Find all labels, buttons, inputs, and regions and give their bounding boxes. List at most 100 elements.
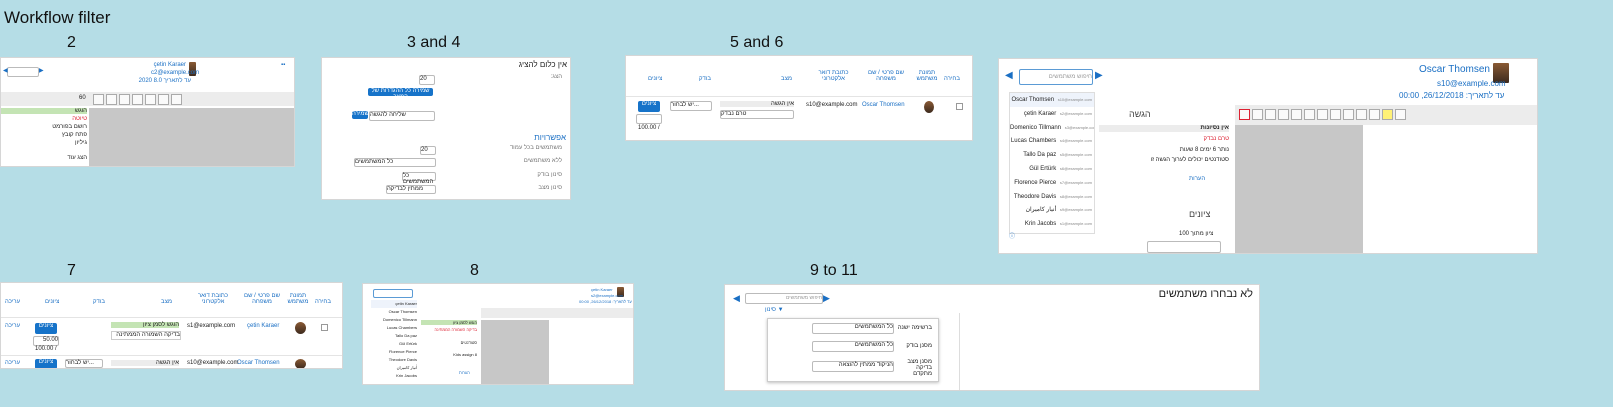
user-option-name: Gül Ertürk: [1029, 165, 1057, 172]
row-name[interactable]: Oscar Thomsen: [862, 102, 905, 108]
filter-icon: ▼: [777, 307, 784, 313]
filter-row-1-label: ברשימה ישנה: [897, 325, 932, 331]
due-date: עד לתאריך: 26/12/2018, 00:00: [579, 299, 632, 304]
options-section[interactable]: אפשרויות: [534, 133, 566, 142]
next-user-icon[interactable]: ▶: [1095, 70, 1103, 81]
next-user-icon[interactable]: ▶: [39, 67, 44, 74]
grade-button[interactable]: ציונים: [35, 359, 57, 368]
user-option[interactable]: Domenico Tillmann: [371, 316, 417, 324]
grade-button[interactable]: ציונים: [638, 101, 660, 112]
row-name[interactable]: çetin Karaer: [247, 323, 279, 329]
pdf-preview: [89, 108, 294, 166]
grade-input[interactable]: [636, 114, 662, 124]
user-option[interactable]: Lucas Chambers: [371, 324, 417, 332]
user-name[interactable]: çetin Karaer: [591, 287, 613, 292]
grade-input[interactable]: [1147, 241, 1221, 253]
user-name[interactable]: Oscar Thomsen: [1419, 64, 1490, 75]
edit-link[interactable]: עריכה: [5, 360, 20, 366]
filter-link[interactable]: ▼ סינון: [765, 307, 784, 313]
user-option[interactable]: çetin Karaer s2@example.com: [1010, 107, 1094, 121]
filter-row-1-select[interactable]: כל המשתמשים: [812, 323, 894, 334]
user-option[interactable]: أنيار كاميران s9@example.com: [1010, 203, 1094, 217]
user-name[interactable]: çetin Karaer: [141, 62, 186, 68]
panel-step-2: çetin Karaer c2@example.com עד לתאריך 8.…: [0, 57, 295, 167]
row-email: s10@example.com: [806, 102, 858, 108]
opt-select-4[interactable]: ממתין לבדיקה: [386, 185, 436, 194]
user-option-name: Tallo Da paz: [1023, 152, 1057, 159]
apply-button[interactable]: שמירה: [352, 111, 369, 119]
comments-link[interactable]: הערות: [1189, 176, 1205, 182]
user-option[interactable]: Florence Pierce: [371, 348, 417, 356]
user-option[interactable]: Tallo Da paz s5@example.com: [1010, 148, 1094, 162]
due-date: עד לתאריך: 26/12/2018, 00:00: [1399, 91, 1505, 100]
extra-1: סטודנטים: [460, 340, 477, 345]
user-search-select[interactable]: [7, 67, 39, 77]
user-option[interactable]: Oscar Thomsen: [371, 308, 417, 316]
apply-filter-select[interactable]: שליחה להגשה: [369, 111, 435, 121]
comments-link[interactable]: הערות: [459, 370, 470, 375]
prev-user-icon[interactable]: ◀: [733, 293, 740, 304]
user-option-email: s8@example.com: [1059, 193, 1092, 199]
prev-user-icon[interactable]: ◀: [1005, 70, 1013, 81]
panel-step-3-4: אין כלום להציג הצג: 20 שמירה כל ההגדרות …: [321, 57, 571, 200]
row-checkbox[interactable]: [956, 103, 963, 110]
user-option[interactable]: Tallo Da paz: [371, 332, 417, 340]
opt-select-2[interactable]: כל המשתמשים: [354, 158, 436, 167]
status-red: בדיקה השמורה הממתינה: [434, 327, 478, 332]
user-option-name: أنيار كاميران: [1025, 207, 1057, 214]
opt-select-1[interactable]: 20: [420, 146, 436, 155]
user-option-email: s3@example.com: [1064, 124, 1094, 130]
next-user-icon[interactable]: ▶: [823, 293, 830, 304]
edit-link[interactable]: עריכה: [5, 323, 20, 329]
user-option-email: s5@example.com: [1059, 152, 1092, 158]
grade-button[interactable]: ציונים: [35, 323, 57, 334]
user-email: c2@example.com: [151, 70, 200, 76]
header-select: בחירה: [315, 299, 331, 305]
row-checkbox[interactable]: [321, 324, 328, 331]
row-name[interactable]: Oscar Thomsen: [237, 360, 280, 366]
filter-label: סינון: [765, 307, 776, 313]
status-submitted: הוגש לסמן ציון: [421, 320, 477, 325]
user-option-email: s9@example.com: [1059, 207, 1092, 213]
header-picture: תמונת משתמש: [916, 70, 938, 82]
toolbar-buttons: [1239, 109, 1408, 120]
user-option-email: s4@example.com: [1059, 138, 1092, 144]
per-page-select[interactable]: 20: [419, 75, 435, 85]
user-option[interactable]: Theodore Davis: [371, 356, 417, 364]
user-option[interactable]: çetin Karaer: [371, 300, 417, 308]
step-label-7: 7: [67, 262, 76, 279]
user-option[interactable]: Gül Ertürk: [371, 340, 417, 348]
filter-row-2-select[interactable]: כל המשתמשים: [812, 341, 894, 352]
user-option[interactable]: Gül Ertürk s6@example.com: [1010, 162, 1094, 176]
line-1: רושם בפורמט: [52, 124, 87, 130]
prev-user-icon[interactable]: ◀: [3, 67, 8, 74]
user-search-input[interactable]: חיפוש משתמשים: [1019, 69, 1093, 85]
header-edit: עריכה: [5, 299, 21, 305]
user-option[interactable]: Theodore Davis s8@example.com: [1010, 190, 1094, 204]
row-status-select[interactable]: טרם נבדק: [720, 110, 794, 119]
filter-row-3-select[interactable]: הניקוד ממתין להוצאה: [812, 361, 894, 372]
step-label-2: 2: [67, 34, 76, 51]
view-link[interactable]: ▪▪: [281, 62, 285, 68]
user-option[interactable]: Krin Jacobs s1@example.com: [1010, 217, 1094, 231]
grade-input[interactable]: 50.00: [33, 336, 59, 346]
opt-select-3[interactable]: כל המשתמשים: [402, 172, 436, 185]
filter-label: הצג:: [550, 74, 562, 80]
opt-label-1: משתמשים בכל עמוד: [509, 145, 562, 151]
user-option[interactable]: Domenico Tillmann s3@example.com: [1010, 121, 1094, 135]
marker-select[interactable]: יש לבחור...: [65, 359, 103, 368]
help-icon[interactable]: ⓘ: [1009, 231, 1015, 240]
user-option[interactable]: Oscar Thomsen s10@example.com: [1010, 93, 1094, 107]
grades-heading: ציונים: [1189, 209, 1211, 219]
save-all-button[interactable]: שמירה כל ההגדרות של המצב: [368, 88, 433, 100]
user-search-input[interactable]: חיפוש משתמשים: [745, 293, 823, 304]
panel-step-7: בחירה תמונת משתמש שם פרטי / שם משפחה כתו…: [0, 282, 343, 369]
user-search-input[interactable]: [373, 289, 413, 298]
user-option[interactable]: Lucas Chambers s4@example.com: [1010, 134, 1094, 148]
user-option[interactable]: Florence Pierce s7@example.com: [1010, 176, 1094, 190]
user-option[interactable]: أنيار كاميران: [371, 364, 417, 372]
filter-popover: ברשימה ישנה כל המשתמשים מסנן בודק כל המש…: [767, 318, 939, 382]
row-status: אין הגשה: [720, 101, 794, 107]
marker-select[interactable]: יש לבחור...: [670, 101, 712, 111]
user-option[interactable]: Krin Jacobs: [371, 372, 417, 380]
